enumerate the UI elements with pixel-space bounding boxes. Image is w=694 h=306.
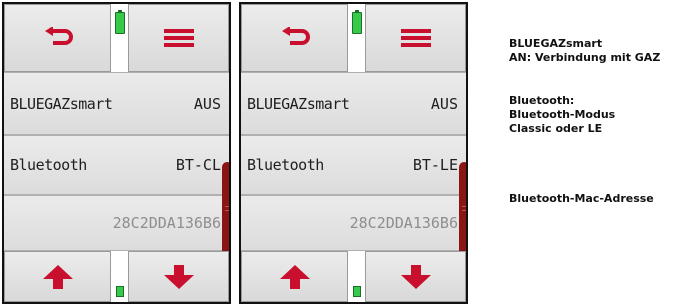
menu-button[interactable]	[365, 4, 466, 72]
scroll-up-button[interactable]	[241, 251, 348, 302]
menu-icon	[400, 29, 431, 47]
setting-label: Bluetooth	[247, 156, 324, 174]
back-arrow-icon	[281, 27, 310, 45]
description-line: Bluetooth-Modus	[509, 108, 616, 121]
scrollbar[interactable]	[222, 162, 229, 256]
up-arrow-icon	[279, 264, 310, 289]
mac-address-value: 28C2DDA136B6	[349, 214, 458, 232]
setting-label: BLUEGAZsmart	[247, 94, 350, 113]
setting-row-bluegazsmart[interactable]: BLUEGAZsmart AUS	[4, 72, 229, 135]
up-arrow-icon	[42, 264, 73, 289]
description-line: Classic oder LE	[509, 122, 603, 135]
device-screen-bt-classic: BLUEGAZsmart AUS Bluetooth BT-CL 28C2DDA…	[2, 2, 231, 304]
description-line: Bluetooth:	[509, 94, 575, 107]
back-button[interactable]	[4, 4, 111, 72]
description-line: AN: Verbindung mit GAZ	[509, 51, 661, 64]
status-strip-bottom	[348, 251, 365, 302]
mac-address-value: 28C2DDA136B6	[112, 214, 221, 232]
status-strip-top	[348, 4, 365, 72]
scroll-down-button[interactable]	[365, 251, 466, 302]
battery-icon	[115, 10, 125, 34]
menu-button[interactable]	[128, 4, 229, 72]
setting-value: AUS	[193, 94, 221, 113]
setting-row-bluegazsmart[interactable]: BLUEGAZsmart AUS	[241, 72, 466, 135]
setting-row-bluetooth[interactable]: Bluetooth BT-CL	[4, 135, 229, 195]
down-arrow-icon	[163, 264, 194, 289]
device-screen-bt-le: BLUEGAZsmart AUS Bluetooth BT-LE 28C2DDA…	[239, 2, 468, 304]
down-arrow-icon	[400, 264, 431, 289]
setting-label: Bluetooth	[10, 156, 87, 174]
status-strip-bottom	[111, 251, 128, 302]
description-bluetooth: Bluetooth: Bluetooth-Modus Classic oder …	[509, 94, 615, 136]
setting-row-mac-address: 28C2DDA136B6	[4, 195, 229, 251]
description-mac-address: Bluetooth-Mac-Adresse	[509, 192, 654, 206]
battery-icon	[352, 10, 362, 34]
scroll-down-button[interactable]	[128, 251, 229, 302]
setting-row-mac-address: 28C2DDA136B6	[241, 195, 466, 251]
status-strip-top	[111, 4, 128, 72]
scrollbar[interactable]	[459, 162, 466, 256]
description-line: BLUEGAZsmart	[509, 37, 603, 50]
setting-row-bluetooth[interactable]: Bluetooth BT-LE	[241, 135, 466, 195]
setting-label: BLUEGAZsmart	[10, 94, 113, 113]
description-bluegazsmart: BLUEGAZsmart AN: Verbindung mit GAZ	[509, 37, 660, 65]
setting-value: BT-CL	[175, 156, 221, 174]
battery-icon	[353, 286, 361, 297]
scroll-up-button[interactable]	[4, 251, 111, 302]
setting-value: AUS	[430, 94, 458, 113]
description-line: Bluetooth-Mac-Adresse	[509, 192, 654, 205]
setting-value: BT-LE	[412, 156, 458, 174]
back-button[interactable]	[241, 4, 348, 72]
battery-icon	[116, 286, 124, 297]
back-arrow-icon	[44, 27, 73, 45]
menu-icon	[163, 29, 194, 47]
